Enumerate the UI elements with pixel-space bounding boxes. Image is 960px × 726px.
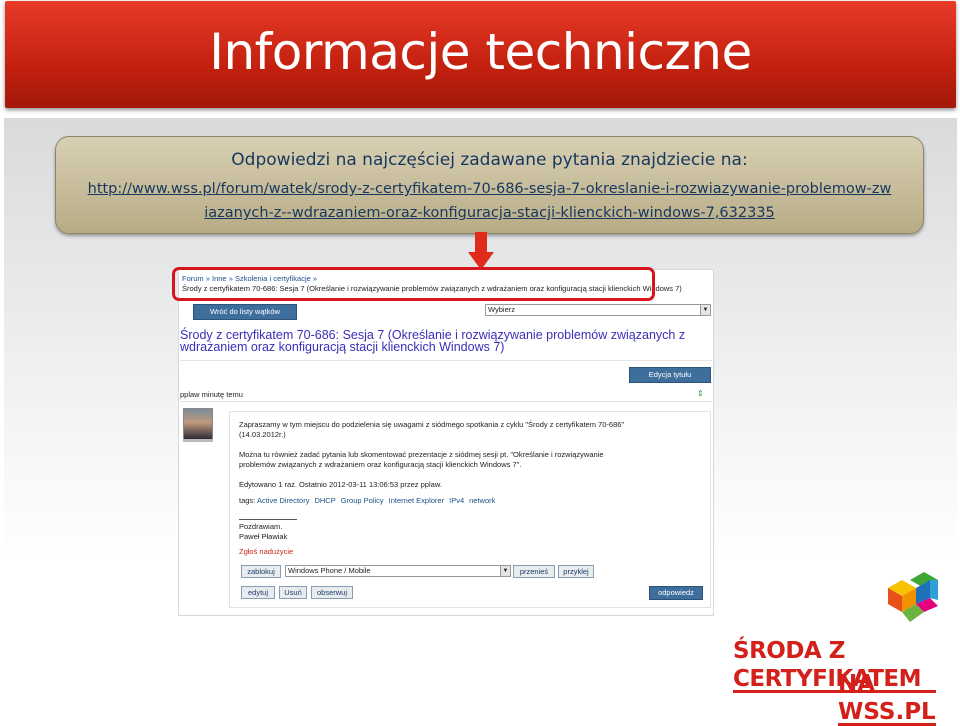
- tags-label: tags:: [239, 496, 256, 505]
- slide-title-bar: Informacje techniczne: [5, 1, 956, 108]
- post-edited-note: Edytowano 1 raz. Ostatnio 2012-03-11 13:…: [239, 480, 442, 489]
- tag-link[interactable]: DHCP: [314, 496, 335, 505]
- forum-screenshot: Forum » Inne » Szkolenia i certyfikacje …: [172, 267, 714, 616]
- highlight-frame: [172, 267, 655, 301]
- edit-button[interactable]: edytuj: [241, 586, 275, 599]
- divider: [180, 360, 712, 361]
- faq-link[interactable]: http://www.wss.pl/forum/watek/srody-z-ce…: [88, 181, 892, 221]
- faq-link-wrapper: http://www.wss.pl/forum/watek/srody-z-ce…: [86, 177, 893, 225]
- report-abuse-link[interactable]: Zgłoś nadużycie: [239, 547, 293, 557]
- tag-link[interactable]: Internet Explorer: [389, 496, 444, 505]
- avatar[interactable]: [183, 408, 213, 440]
- post-greeting: Pozdrawiam.: [239, 522, 283, 531]
- post-body: Zapraszamy w tym miejscu do podzielenia …: [229, 411, 711, 608]
- edit-title-button[interactable]: Edycja tytułu: [629, 367, 711, 383]
- move-button[interactable]: przenieś: [513, 565, 555, 578]
- tag-link[interactable]: Group Policy: [341, 496, 384, 505]
- chevron-down-icon: ▼: [700, 305, 710, 315]
- faq-callout: Odpowiedzi na najczęściej zadawane pytan…: [55, 136, 924, 234]
- vote-icon[interactable]: ⇕: [697, 389, 704, 398]
- down-arrow-icon: [468, 232, 494, 270]
- reply-button[interactable]: odpowiedz: [649, 586, 703, 600]
- forum-select-value: Wybierz: [488, 305, 516, 314]
- post-paragraph-1: Zapraszamy w tym miejscu do podzielenia …: [239, 420, 625, 439]
- watch-button[interactable]: obserwuj: [311, 586, 353, 599]
- post-signature: Paweł Pławiak: [239, 532, 288, 541]
- tag-link[interactable]: IPv4: [449, 496, 464, 505]
- forum-select[interactable]: Wybierz ▼: [485, 304, 711, 316]
- thread-title: Środy z certyfikatem 70-686: Sesja 7 (Ok…: [180, 328, 686, 354]
- tag-link[interactable]: Active Directory: [257, 496, 310, 505]
- move-target-select[interactable]: Windows Phone / Mobile ▼: [285, 565, 511, 577]
- tag-link[interactable]: network: [469, 496, 495, 505]
- back-to-threads-button[interactable]: Wróć do listy wątków: [193, 304, 297, 320]
- thread-meta: pplaw minutę temu: [180, 390, 243, 399]
- pin-button[interactable]: przyklej: [558, 565, 594, 578]
- post-tags: tags: Active Directory DHCP Group Policy In…: [239, 496, 500, 506]
- signature-divider: [239, 519, 297, 520]
- chevron-down-icon: ▼: [500, 566, 510, 576]
- rank-bar: [183, 439, 213, 442]
- post-paragraph-2: Można tu również zadać pytania lub skome…: [239, 450, 604, 469]
- cube-logo-icon: [888, 572, 938, 622]
- brand-text-2: NA WSS.PL: [838, 671, 936, 725]
- divider: [180, 401, 712, 402]
- slide-title: Informacje techniczne: [209, 23, 752, 81]
- lock-button[interactable]: zablokuj: [241, 565, 281, 578]
- delete-button[interactable]: Usuń: [279, 586, 307, 599]
- move-target-value: Windows Phone / Mobile: [288, 566, 371, 575]
- faq-question: Odpowiedzi na najczęściej zadawane pytan…: [231, 150, 748, 170]
- brand-line-2: NA WSS.PL: [838, 670, 960, 726]
